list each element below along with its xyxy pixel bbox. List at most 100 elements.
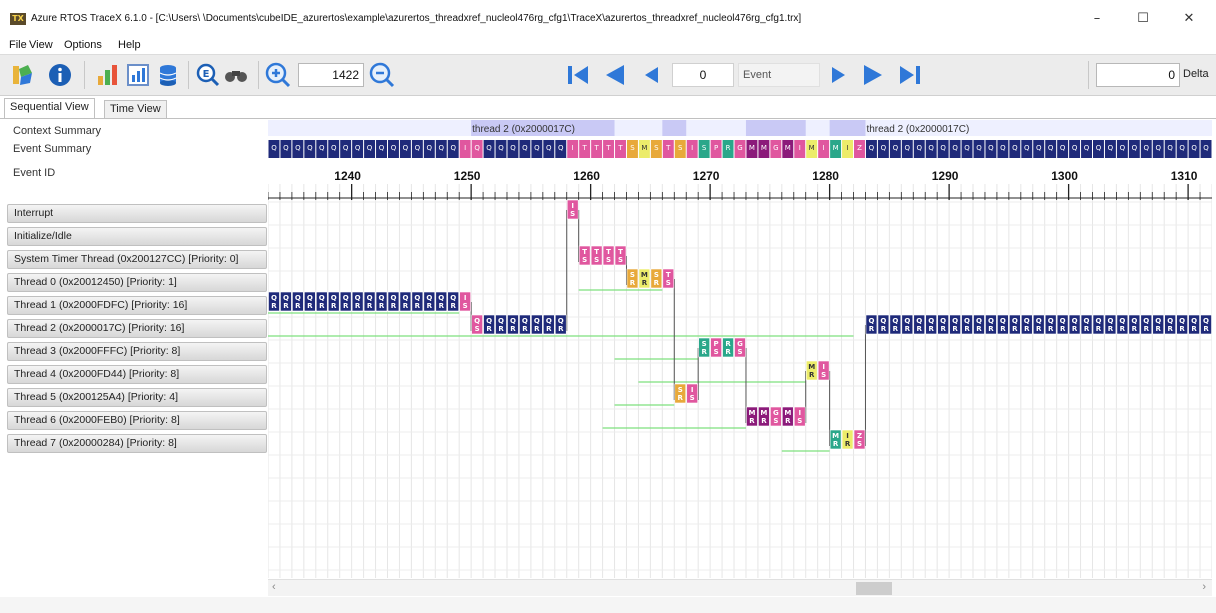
- info-icon[interactable]: [46, 61, 74, 89]
- event-summary-glyph: Q: [355, 144, 361, 152]
- event-summary-glyph: Q: [1132, 144, 1138, 152]
- previous-event-icon[interactable]: [636, 61, 664, 89]
- zoom-out-icon[interactable]: [368, 61, 396, 89]
- event-summary-glyph: Q: [319, 144, 325, 152]
- event-glyph: S: [654, 271, 659, 279]
- event-glyph: M: [760, 409, 767, 417]
- event-summary-glyph: Q: [427, 144, 433, 152]
- statistics-icon[interactable]: [124, 61, 152, 89]
- event-summary-glyph: Q: [510, 144, 516, 152]
- event-summary-glyph: Q: [1000, 144, 1006, 152]
- close-button[interactable]: ✕: [1166, 6, 1212, 32]
- event-timeline[interactable]: thread 2 (0x2000017C) thread 2 (0x2000017…: [268, 120, 1212, 578]
- axis-tick-label: 1250: [454, 169, 481, 183]
- event-glyph: Q: [510, 317, 516, 325]
- event-summary-glyph: S: [702, 144, 707, 152]
- previous-page-icon[interactable]: [600, 61, 628, 89]
- event-summary-glyph: Q: [1155, 144, 1161, 152]
- axis-tick-label: 1290: [932, 169, 959, 183]
- event-id-label: Event ID: [13, 167, 56, 179]
- row-label-thread-2[interactable]: Thread 2 (0x2000017C) [Priority: 16]: [7, 319, 267, 338]
- menu-view[interactable]: View: [29, 39, 53, 51]
- row-label-thread-7[interactable]: Thread 7 (0x20000284) [Priority: 8]: [7, 434, 267, 453]
- delta-value-field[interactable]: 0: [1096, 63, 1180, 87]
- scrollbar-thumb[interactable]: [856, 582, 892, 595]
- event-summary-glyph: T: [617, 144, 623, 152]
- row-label-thread-4[interactable]: Thread 4 (0x2000FD44) [Priority: 8]: [7, 365, 267, 384]
- binoculars-icon[interactable]: [222, 61, 250, 89]
- event-summary-glyph: Q: [439, 144, 445, 152]
- event-summary-glyph: M: [833, 144, 839, 152]
- event-summary-glyph: Q: [1191, 144, 1197, 152]
- event-glyph: Q: [379, 294, 385, 302]
- event-glyph: Q: [1000, 317, 1006, 325]
- event-glyph: R: [367, 302, 373, 310]
- zoom-value-field[interactable]: 1422: [298, 63, 364, 87]
- open-file-icon[interactable]: [8, 61, 36, 89]
- event-glyph: S: [737, 348, 742, 356]
- event-glyph: Q: [390, 294, 396, 302]
- event-glyph: Q: [1191, 317, 1197, 325]
- minimize-button[interactable]: –: [1074, 6, 1120, 32]
- scroll-left-icon[interactable]: ‹: [272, 581, 276, 593]
- event-glyph: S: [666, 279, 671, 287]
- event-summary-glyph: I: [847, 144, 849, 152]
- menu-options[interactable]: Options: [64, 39, 102, 51]
- view-tabs: Sequential View Time View: [0, 96, 1216, 118]
- tab-time-view[interactable]: Time View: [104, 100, 167, 118]
- event-summary-glyph: Q: [271, 144, 277, 152]
- event-glyph: R: [940, 325, 946, 333]
- event-glyph: M: [641, 271, 648, 279]
- row-label-initialize-idle[interactable]: Initialize/Idle: [7, 227, 267, 246]
- event-glyph: S: [570, 210, 575, 218]
- event-glyph: Z: [857, 432, 862, 440]
- row-label-thread-0[interactable]: Thread 0 (0x20012450) [Priority: 1]: [7, 273, 267, 292]
- row-label-interrupt[interactable]: Interrupt: [7, 204, 267, 223]
- database-icon[interactable]: [154, 61, 182, 89]
- event-glyph: R: [785, 417, 791, 425]
- event-glyph: T: [666, 271, 671, 279]
- event-summary-glyph: Q: [1060, 144, 1066, 152]
- event-glyph: Q: [1024, 317, 1030, 325]
- zoom-in-icon[interactable]: [264, 61, 292, 89]
- event-summary-glyph: G: [737, 144, 742, 152]
- event-glyph: R: [678, 394, 684, 402]
- event-glyph: R: [498, 325, 504, 333]
- row-label-thread-3[interactable]: Thread 3 (0x2000FFFC) [Priority: 8]: [7, 342, 267, 361]
- context-region: [829, 120, 866, 136]
- row-label-system-timer-thread[interactable]: System Timer Thread (0x200127CC) [Priori…: [7, 250, 267, 269]
- event-glyph: R: [952, 325, 958, 333]
- event-summary-glyph: Q: [940, 144, 946, 152]
- horizontal-scrollbar[interactable]: ‹ ›: [268, 579, 1212, 596]
- row-label-thread-6[interactable]: Thread 6 (0x2000FEB0) [Priority: 8]: [7, 411, 267, 430]
- event-glyph: Q: [331, 294, 337, 302]
- event-summary-glyph: Q: [522, 144, 528, 152]
- event-glyph: R: [1072, 325, 1078, 333]
- event-glyph: R: [558, 325, 564, 333]
- menu-file[interactable]: File: [9, 39, 27, 51]
- last-event-icon[interactable]: [896, 61, 924, 89]
- maximize-button[interactable]: ☐: [1120, 6, 1166, 32]
- bar-chart-icon[interactable]: [94, 61, 122, 89]
- menu-help[interactable]: Help: [118, 39, 141, 51]
- toolbar-separator: [84, 61, 85, 89]
- row-label-thread-1[interactable]: Thread 1 (0x2000FDFC) [Priority: 16]: [7, 296, 267, 315]
- tab-sequential-view[interactable]: Sequential View: [4, 98, 95, 118]
- next-page-icon[interactable]: [860, 61, 888, 89]
- event-glyph: Q: [880, 317, 886, 325]
- axis-tick-label: 1300: [1051, 169, 1078, 183]
- event-glyph: Q: [414, 294, 420, 302]
- first-event-icon[interactable]: [564, 61, 592, 89]
- title-bar: TX Azure RTOS TraceX 6.1.0 - [C:\Users\ …: [0, 0, 1216, 36]
- event-glyph: Q: [319, 294, 325, 302]
- row-label-thread-5[interactable]: Thread 5 (0x200125A4) [Priority: 4]: [7, 388, 267, 407]
- event-index-field[interactable]: 0: [672, 63, 734, 87]
- event-search-icon[interactable]: E: [194, 61, 222, 89]
- scroll-right-icon[interactable]: ›: [1202, 581, 1206, 593]
- context-region: [745, 120, 806, 136]
- menu-bar: File View Options Help: [0, 36, 1216, 54]
- next-event-icon[interactable]: [826, 61, 854, 89]
- event-summary-glyph: I: [572, 144, 574, 152]
- event-glyph: Q: [402, 294, 408, 302]
- event-summary-label: Event Summary: [13, 143, 92, 155]
